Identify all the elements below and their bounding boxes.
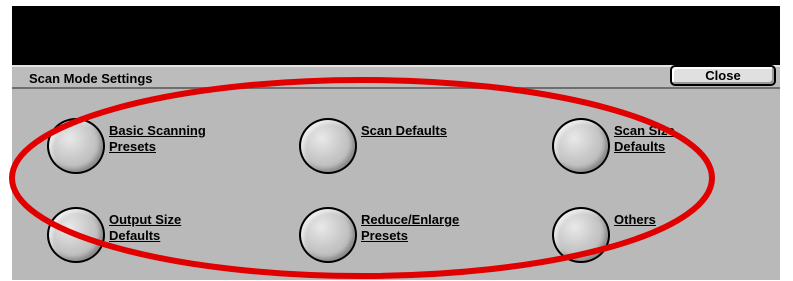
- option-label: Reduce/Enlarge Presets: [361, 212, 459, 244]
- dialog-header: Scan Mode Settings Close: [12, 65, 780, 89]
- option-label-line1: Basic Scanning: [109, 123, 206, 138]
- round-button-icon[interactable]: [552, 118, 610, 174]
- option-label: Others: [614, 212, 656, 228]
- close-button[interactable]: Close: [670, 65, 776, 86]
- round-button-icon[interactable]: [552, 207, 610, 263]
- option-label-line1: Others: [614, 212, 656, 227]
- option-label-line2: Defaults: [614, 139, 666, 154]
- round-button-icon[interactable]: [47, 207, 105, 263]
- round-button-icon[interactable]: [299, 118, 357, 174]
- option-scan-defaults[interactable]: Scan Defaults: [299, 118, 499, 174]
- option-label-line1: Scan Defaults: [361, 123, 447, 138]
- option-label: Scan Defaults: [361, 123, 447, 139]
- round-button-icon[interactable]: [47, 118, 105, 174]
- option-label-line1: Output Size: [109, 212, 182, 227]
- option-label-line1: Reduce/Enlarge: [361, 212, 460, 227]
- option-label-line2: Defaults: [109, 228, 161, 243]
- option-label-line1: Scan Size: [614, 123, 675, 138]
- option-scan-size-defaults[interactable]: Scan Size Defaults: [552, 118, 752, 174]
- option-reduce-enlarge-presets[interactable]: Reduce/Enlarge Presets: [299, 207, 499, 263]
- option-label: Output Size Defaults: [109, 212, 181, 244]
- option-output-size-defaults[interactable]: Output Size Defaults: [47, 207, 247, 263]
- option-label-line2: Presets: [109, 139, 156, 154]
- options-panel: Basic Scanning Presets Scan Defaults Sca…: [12, 89, 780, 280]
- option-others[interactable]: Others: [552, 207, 752, 263]
- option-basic-scanning-presets[interactable]: Basic Scanning Presets: [47, 118, 247, 174]
- option-label: Basic Scanning Presets: [109, 123, 206, 155]
- option-label: Scan Size Defaults: [614, 123, 675, 155]
- round-button-icon[interactable]: [299, 207, 357, 263]
- dialog-title: Scan Mode Settings: [29, 71, 153, 86]
- option-label-line2: Presets: [361, 228, 408, 243]
